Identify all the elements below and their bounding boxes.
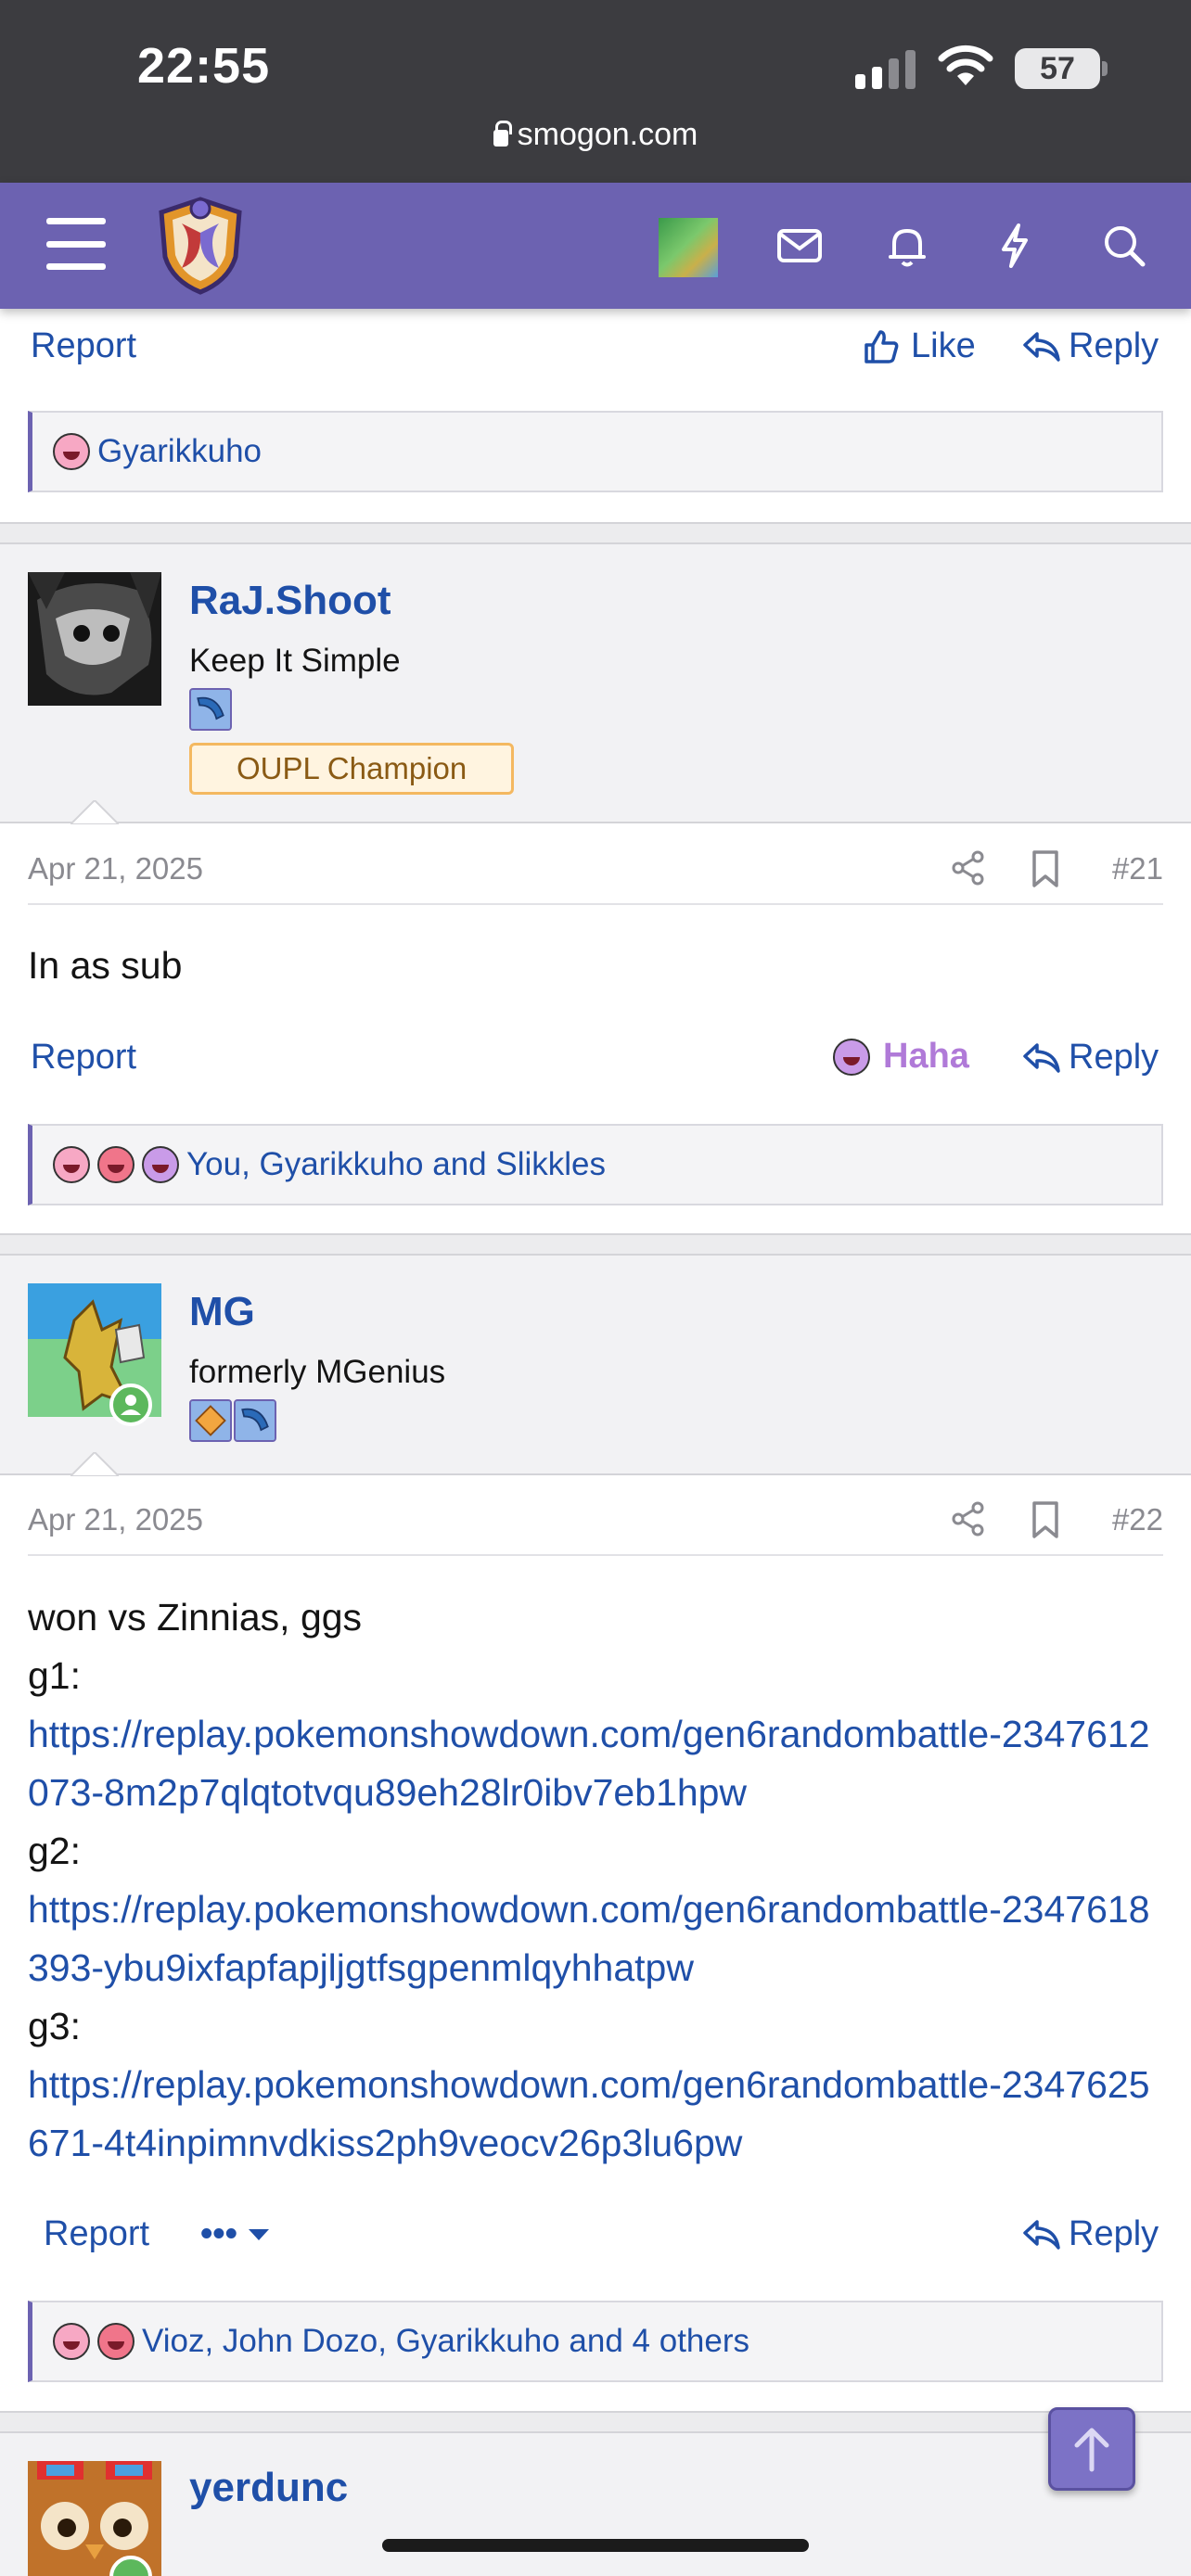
battery-indicator: 57 [1015,48,1100,89]
reactions-bar[interactable]: You, Gyarikkuho and Slikkles [28,1124,1163,1205]
reply-icon [1023,331,1060,362]
love-reaction-icon [97,1146,134,1183]
home-indicator[interactable] [382,2539,809,2552]
user-info-block: MG formerly MGenius [0,1256,1191,1476]
post-separator [0,2411,1191,2433]
reply-button[interactable]: Reply [1022,326,1159,366]
user-info-block: yerdunc [0,2433,1191,2576]
haha-label: Haha [883,1037,969,1076]
reply-button[interactable]: Reply [1022,1038,1159,1078]
reply-button[interactable]: Reply [1022,2214,1159,2254]
bell-icon[interactable] [881,220,933,272]
post-content: won vs Zinnias, ggs g1: https://replay.p… [28,1588,1163,2173]
inbox-icon[interactable] [774,220,826,272]
thumbs-up-icon [864,329,899,363]
clock: 22:55 [137,38,271,94]
user-banner: OUPL Champion [189,743,515,795]
like-button[interactable]: Like [863,326,976,366]
like-reaction-icon [53,433,90,470]
reply-label: Reply [1069,1038,1159,1077]
battery-nub [1102,61,1108,76]
signal-icon [855,48,916,89]
haha-reaction-button[interactable]: Haha [833,1037,969,1077]
post-separator [0,522,1191,544]
badge-icon [189,688,232,731]
post-meta: Apr 21, 2025 #21 [28,844,1163,905]
love-reaction-icon [97,2323,134,2360]
post-date[interactable]: Apr 21, 2025 [28,1502,203,1537]
avatar[interactable] [28,572,161,706]
post-text-line: g1: [28,1654,81,1697]
search-icon[interactable] [1098,220,1150,272]
like-label: Like [911,326,976,365]
user-title: Keep It Simple [189,643,401,679]
message-pointer [70,800,119,824]
bookmark-icon[interactable] [1030,1500,1061,1539]
post-meta: Apr 21, 2025 #22 [28,1495,1163,1556]
replay-link[interactable]: https://replay.pokemonshowdown.com/gen6r… [28,1705,1163,1822]
reply-icon [1023,2219,1060,2250]
replay-link[interactable]: https://replay.pokemonshowdown.com/gen6r… [28,2056,1163,2173]
url-bar[interactable]: smogon.com [0,117,1191,153]
online-status-icon [109,1384,152,1426]
reply-label: Reply [1069,2214,1159,2253]
more-options-label: ••• [200,2214,237,2253]
username[interactable]: yerdunc [189,2465,348,2511]
share-icon[interactable] [950,1500,987,1537]
post-text-line: won vs Zinnias, ggs [28,1596,363,1639]
lock-icon [493,121,512,147]
reply-icon [1023,1042,1060,1073]
site-navbar [0,183,1191,309]
lightning-icon[interactable] [989,220,1041,272]
replay-link[interactable]: https://replay.pokemonshowdown.com/gen6r… [28,1881,1163,1997]
chevron-down-icon [248,2228,269,2240]
online-status-icon [109,2556,152,2576]
haha-reaction-icon [142,1146,179,1183]
scroll-to-top-button[interactable] [1048,2407,1135,2491]
badge-icon [234,1399,276,1442]
share-icon[interactable] [950,849,987,886]
user-avatar[interactable] [659,218,718,277]
post-date[interactable]: Apr 21, 2025 [28,851,203,886]
post-number[interactable]: #21 [1112,851,1163,886]
like-reaction-icon [53,2323,90,2360]
url-text: smogon.com [517,117,698,152]
post-number[interactable]: #22 [1112,1502,1163,1537]
haha-icon [833,1038,870,1076]
more-options-button[interactable]: ••• [200,2214,271,2254]
report-link[interactable]: Report [31,1038,136,1078]
bookmark-icon[interactable] [1030,849,1061,888]
user-title: formerly MGenius [189,1354,446,1390]
post-content: In as sub [28,944,183,987]
reactions-summary: Gyarikkuho [97,433,263,469]
reactions-bar[interactable]: Vioz, John Dozo, Gyarikkuho and 4 others [28,2301,1163,2382]
menu-icon[interactable] [46,218,106,270]
post-text-line: g2: [28,1830,81,1872]
message-pointer [70,1452,119,1476]
user-info-block: RaJ.Shoot Keep It Simple OUPL Champion [0,544,1191,824]
reactions-summary: Vioz, John Dozo, Gyarikkuho and 4 others [142,2323,750,2359]
report-link[interactable]: Report [31,326,136,366]
arrow-up-icon [1074,2428,1109,2472]
reactions-bar[interactable]: Gyarikkuho [28,411,1163,492]
reactions-summary: You, Gyarikkuho and Slikkles [186,1146,607,1182]
report-link[interactable]: Report [44,2214,149,2254]
status-bar: 22:55 57 smogon.com [0,0,1191,183]
username[interactable]: RaJ.Shoot [189,578,391,624]
wifi-icon [938,45,993,85]
post-separator [0,1233,1191,1256]
like-reaction-icon [53,1146,90,1183]
badge-icon [189,1399,232,1442]
username[interactable]: MG [189,1289,255,1335]
smogon-logo[interactable] [154,196,247,296]
post-text-line: g3: [28,2005,81,2047]
reply-label: Reply [1069,326,1159,365]
